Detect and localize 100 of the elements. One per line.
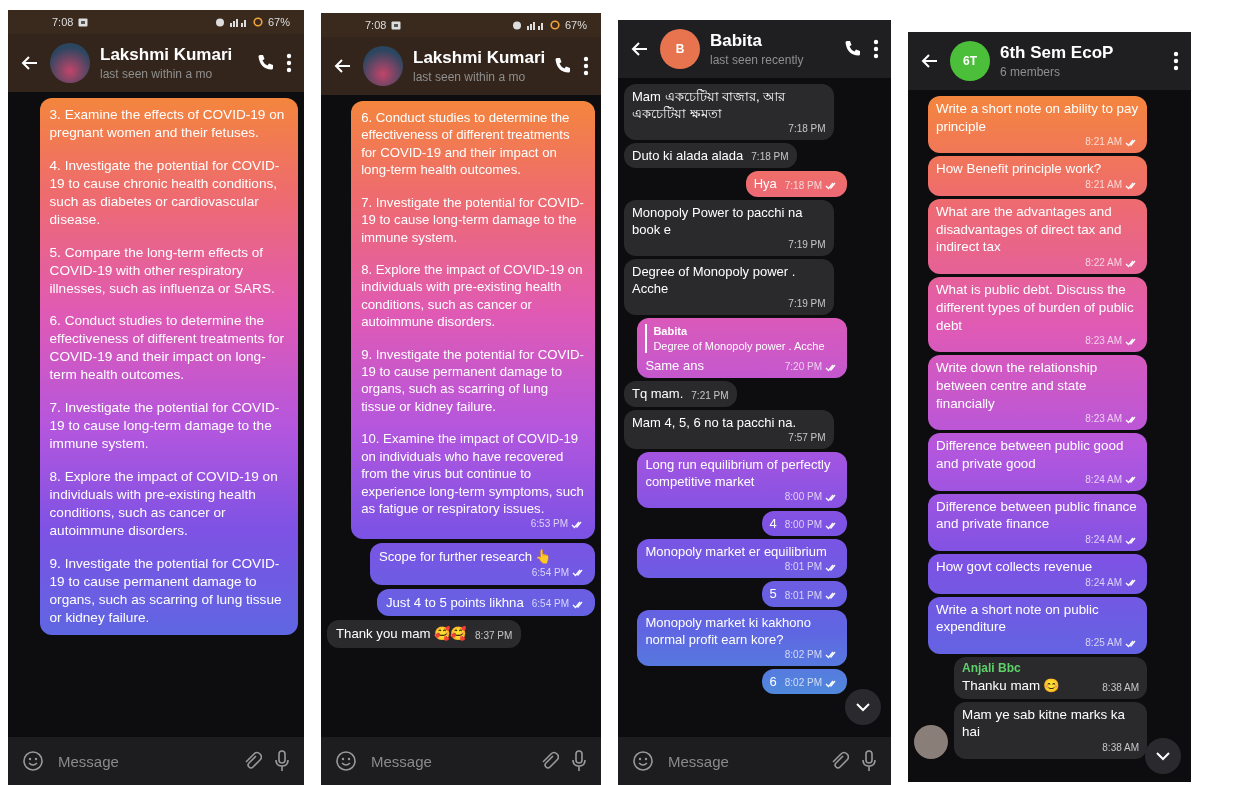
phone-icon[interactable] xyxy=(843,39,863,59)
message-time: 8:38 AM xyxy=(1102,680,1139,695)
message-paragraph: 6. Conduct studies to determine the effectiveness of different treatments for COVID-19 and their impact on long-term health outcomes. xyxy=(361,109,571,179)
chevron-down-icon xyxy=(855,702,871,712)
quoted-message[interactable]: Babita Degree of Monopoly power . Acche xyxy=(645,324,839,354)
phone-icon[interactable] xyxy=(256,53,276,73)
message-time: 8:37 PM xyxy=(475,628,513,643)
message-text: Write a short note on public expenditure xyxy=(936,600,1100,637)
battery-icon xyxy=(252,17,263,27)
message-paragraph: 10. Examine the impact of COVID-19 on individuals who have recovered from the virus but continue to experience long-term symptoms, such as fatigue or respiratory issues. xyxy=(361,430,585,518)
chat-subtitle: last seen recently xyxy=(710,53,805,67)
chevron-down-icon xyxy=(1155,751,1171,761)
message-text: 4 xyxy=(769,515,777,533)
message-text: Difference between public finance and private finance xyxy=(936,497,1138,533)
contact-avatar[interactable]: 6T xyxy=(950,41,990,81)
message-text: 6 xyxy=(769,672,777,690)
message-text: Long run equilibrium of perfectly competitive market xyxy=(645,455,832,491)
message-time: 8:21 AM xyxy=(1085,135,1122,150)
message-paragraph: 8. Explore the impact of COVID-19 on individuals with pre-existing health conditions, such as cancer or autoimmune disorders. xyxy=(49,468,279,540)
message-paragraph: 9. Investigate the potential for COVID-19 to cause permanent damage to organs, such as scarring of lung tissue or kidney failure. xyxy=(361,345,585,416)
chat-subtitle: last seen within a mo xyxy=(100,67,214,81)
message-time: 8:38 AM xyxy=(1102,740,1139,755)
battery-icon xyxy=(549,20,560,30)
emoji-icon[interactable] xyxy=(335,750,357,772)
message-text: Duto ki alada alada xyxy=(632,147,744,165)
message-time: 7:21 PM xyxy=(691,388,729,403)
emoji-icon[interactable] xyxy=(632,750,654,772)
status-time: 7:08 xyxy=(365,19,387,31)
quote-text: Degree of Monopoly power . Acche xyxy=(653,338,826,354)
message-text: Degree of Monopoly power . Acche xyxy=(632,262,797,298)
chat-title: Lakshmi Kumari xyxy=(413,48,543,68)
message-time: 8:24 AM xyxy=(1085,472,1122,487)
phone-icon[interactable] xyxy=(553,56,573,76)
message-time: 8:01 PM xyxy=(784,588,822,603)
scroll-down-button[interactable] xyxy=(845,689,881,725)
message-text: Mam 4, 5, 6 no ta pacchi na. xyxy=(632,413,797,431)
more-icon[interactable] xyxy=(1173,51,1179,71)
microphone-icon[interactable] xyxy=(571,750,587,772)
message-time: 8:25 AM xyxy=(1085,636,1122,651)
avatar-photo[interactable] xyxy=(914,724,948,759)
chat-title: Babita xyxy=(710,31,763,51)
message-paragraph: 4. Investigate the potential for COVID-19 to cause chronic health conditions, such as diabetes or cardiovascular disease. xyxy=(49,156,281,229)
message-paragraph: 8. Explore the impact of COVID-19 on individuals with pre-existing health conditions, such as cancer or autoimmune disorders. xyxy=(361,260,584,331)
more-icon[interactable] xyxy=(583,56,589,76)
message-text: How Benefit principle work? xyxy=(936,160,1102,179)
message-text: Difference between public good and private good xyxy=(936,437,1125,473)
message-text: Mam ye sab kitne marks ka hai xyxy=(962,705,1126,741)
message-text: Tq mam. xyxy=(632,385,684,403)
message-time: 8:24 AM xyxy=(1085,575,1122,590)
contact-avatar[interactable]: B xyxy=(660,29,700,69)
message-text: Hya xyxy=(753,175,777,193)
message-text: How govt collects revenue xyxy=(936,558,1093,576)
message-time: 7:18 PM xyxy=(788,122,826,137)
avatar-photo[interactable] xyxy=(50,43,90,83)
message-time: 6:54 PM xyxy=(531,565,569,580)
message-text: Write a short note on ability to pay principle xyxy=(936,100,1139,136)
emoji-icon[interactable] xyxy=(22,750,44,772)
message-text: Scope for further research 👆 xyxy=(378,548,553,566)
message-paragraph: 7. Investigate the potential for COVID-19 to cause long-term damage to the immune system. xyxy=(361,193,585,246)
message-text: What are the advantages and disadvantages of direct tax and indirect tax xyxy=(936,203,1123,257)
message-text: Thank you mam 🥰🥰 xyxy=(336,625,468,643)
battery-level-text: 67% xyxy=(564,19,587,31)
notification-icon xyxy=(78,17,89,27)
message-time: 8:02 PM xyxy=(784,676,822,690)
message-text: Monopoly market ki kakhono normal profit earn kore? xyxy=(645,613,812,648)
message-time: 8:02 PM xyxy=(784,647,822,662)
signal-icon xyxy=(229,17,248,27)
message-text: Just 4 to 5 points likhna xyxy=(385,593,524,612)
message-time: 7:18 PM xyxy=(784,178,822,193)
quote-sender: Babita xyxy=(653,324,689,339)
status-time: 7:08 xyxy=(52,16,74,28)
chat-subtitle: last seen within a mo xyxy=(413,70,527,84)
message-time: 6:53 PM xyxy=(530,517,568,532)
message-time: 8:00 PM xyxy=(784,490,822,505)
message-paragraph: 9. Investigate the potential for COVID-19 to cause permanent damage to organs, such as scarring of lung tissue or kidney failure. xyxy=(49,554,283,627)
message-text: Same ans xyxy=(645,357,704,375)
more-icon[interactable] xyxy=(873,39,879,59)
signal-icon xyxy=(526,20,545,30)
avatar-photo[interactable] xyxy=(363,46,403,86)
microphone-icon[interactable] xyxy=(274,750,290,772)
microphone-icon[interactable] xyxy=(861,750,877,772)
message-text: What is public debt. Discuss the different types of burden of public debt xyxy=(936,281,1135,335)
message-time: 7:18 PM xyxy=(751,150,789,165)
notification-icon xyxy=(391,20,402,30)
more-icon[interactable] xyxy=(286,53,292,73)
message-time: 8:22 AM xyxy=(1085,256,1122,271)
alarm-icon xyxy=(511,20,522,30)
message-time: 8:23 AM xyxy=(1085,412,1122,427)
sender-name: Anjali Bbc xyxy=(962,661,1022,677)
message-paragraph: 3. Examine the effects of COVID-19 on pregnant women and their fetuses. xyxy=(49,106,286,142)
message-time: 6:54 PM xyxy=(531,597,569,612)
alarm-icon xyxy=(214,17,225,27)
message-text: Monopoly market er equilibrium xyxy=(645,543,827,561)
message-time: 7:20 PM xyxy=(784,360,822,375)
scroll-down-button[interactable] xyxy=(1145,738,1181,774)
message-paragraph: 7. Investigate the potential for COVID-19 to cause long-term damage to the immune system. xyxy=(49,399,281,453)
message-text: Mam একচেটিয়া বাজার, আর একচেটিয়া ক্ষমতা xyxy=(632,88,787,123)
chat-title: 6th Sem EcoP xyxy=(1000,43,1115,63)
message-time: 8:01 PM xyxy=(784,560,822,575)
message-time: 8:23 AM xyxy=(1085,334,1122,349)
